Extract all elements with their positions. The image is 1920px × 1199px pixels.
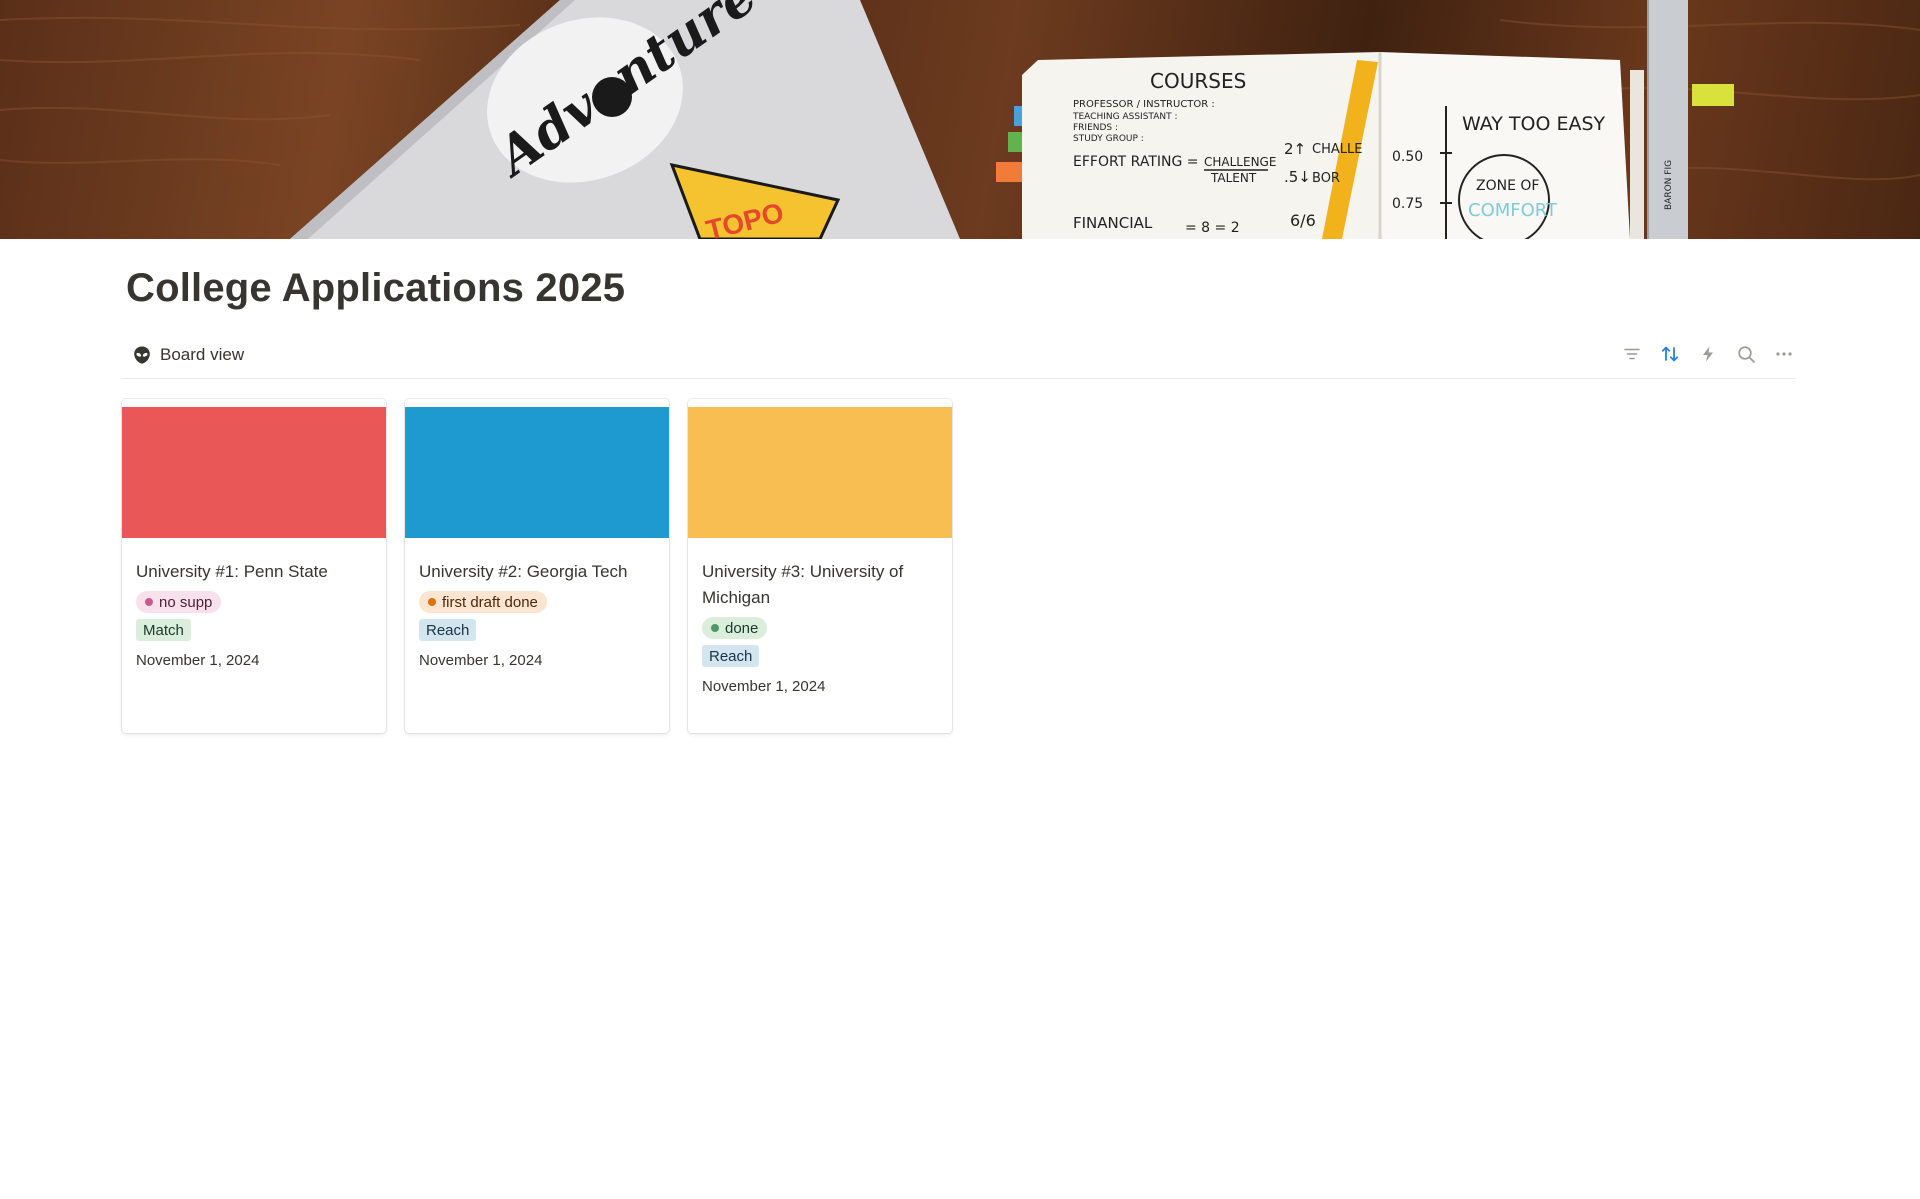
view-toolbar xyxy=(1620,342,1796,366)
notebook-right-heading: WAY TOO EASY xyxy=(1462,113,1606,135)
category-tag: Match xyxy=(136,619,191,641)
database-view-bar: Board view xyxy=(122,334,1796,379)
search-icon xyxy=(1737,345,1755,363)
board-card[interactable]: University #1: Penn State no supp Match … xyxy=(122,399,386,733)
board-cards: University #1: Penn State no supp Match … xyxy=(122,399,952,733)
notebook-circle-bottom: COMFORT xyxy=(1468,200,1558,221)
category-tag: Reach xyxy=(419,619,477,641)
card-date: November 1, 2024 xyxy=(136,652,260,669)
alien-icon xyxy=(132,345,152,365)
status-badge: no supp xyxy=(136,591,222,613)
notebook-value: 0.75 xyxy=(1392,196,1423,212)
ruler-text: BARON FIG xyxy=(1664,160,1674,210)
notebook-fraction-top: CHALLENGE xyxy=(1204,155,1276,169)
notebook-note: 6/6 xyxy=(1290,211,1316,230)
status-dot xyxy=(145,598,153,606)
notebook-note: BOR xyxy=(1312,171,1340,186)
page-title[interactable]: College Applications 2025 xyxy=(126,266,625,311)
card-title: University #2: Georgia Tech xyxy=(419,562,628,581)
notebook-formula: EFFORT RATING = xyxy=(1073,154,1199,170)
card-title: University #3: University of Michigan xyxy=(702,562,904,607)
notebook-line: FRIENDS : xyxy=(1073,123,1118,133)
notebook-heading: COURSES xyxy=(1150,69,1246,93)
card-date: November 1, 2024 xyxy=(702,678,826,695)
notebook-line: TEACHING ASSISTANT : xyxy=(1072,112,1177,122)
board-card[interactable]: University #2: Georgia Tech first draft … xyxy=(405,399,669,733)
status-label: first draft done xyxy=(442,593,538,611)
notebook-line: STUDY GROUP : xyxy=(1073,134,1144,144)
card-date: November 1, 2024 xyxy=(419,652,543,669)
card-title: University #1: Penn State xyxy=(136,562,328,581)
automation-button[interactable] xyxy=(1696,342,1720,366)
notebook-note: .5↓ xyxy=(1284,168,1311,186)
board-card[interactable]: University #3: University of Michigan do… xyxy=(688,399,952,733)
notebook-fraction-bottom: TALENT xyxy=(1210,171,1257,185)
status-dot xyxy=(711,624,719,632)
tab-board-view-label: Board view xyxy=(160,345,245,364)
card-cover xyxy=(688,407,952,538)
notebook-line: PROFESSOR / INSTRUCTOR : xyxy=(1073,99,1215,110)
more-icon xyxy=(1776,352,1792,356)
tab-board-view[interactable]: Board view xyxy=(132,342,244,368)
status-label: no supp xyxy=(159,593,213,611)
notebook-financial: FINANCIAL xyxy=(1073,214,1153,232)
notebook-note: 2↑ xyxy=(1284,140,1306,158)
sort-icon xyxy=(1661,346,1679,362)
status-dot xyxy=(428,598,436,606)
filter-icon xyxy=(1624,348,1640,360)
notebook-circle-top: ZONE OF xyxy=(1476,178,1539,194)
status-label: done xyxy=(725,619,759,637)
notebook-value: 0.50 xyxy=(1392,149,1423,165)
search-button[interactable] xyxy=(1734,342,1758,366)
more-options-button[interactable] xyxy=(1772,342,1796,366)
card-cover xyxy=(122,407,386,538)
card-cover xyxy=(405,407,669,538)
status-badge: done xyxy=(702,617,768,639)
sort-button[interactable] xyxy=(1658,342,1682,366)
notebook-note: CHALLE xyxy=(1312,142,1362,157)
filter-button[interactable] xyxy=(1620,342,1644,366)
page-cover-image: Adventure TIL DEATH TOPO COURSES PROFESS… xyxy=(0,0,1920,239)
notebook-note: = 8 = 2 xyxy=(1185,220,1240,236)
status-badge: first draft done xyxy=(419,591,547,613)
cover-illustration: Adventure TIL DEATH TOPO COURSES PROFESS… xyxy=(0,0,1920,239)
lightning-icon xyxy=(1703,346,1713,362)
category-tag: Reach xyxy=(702,645,760,667)
